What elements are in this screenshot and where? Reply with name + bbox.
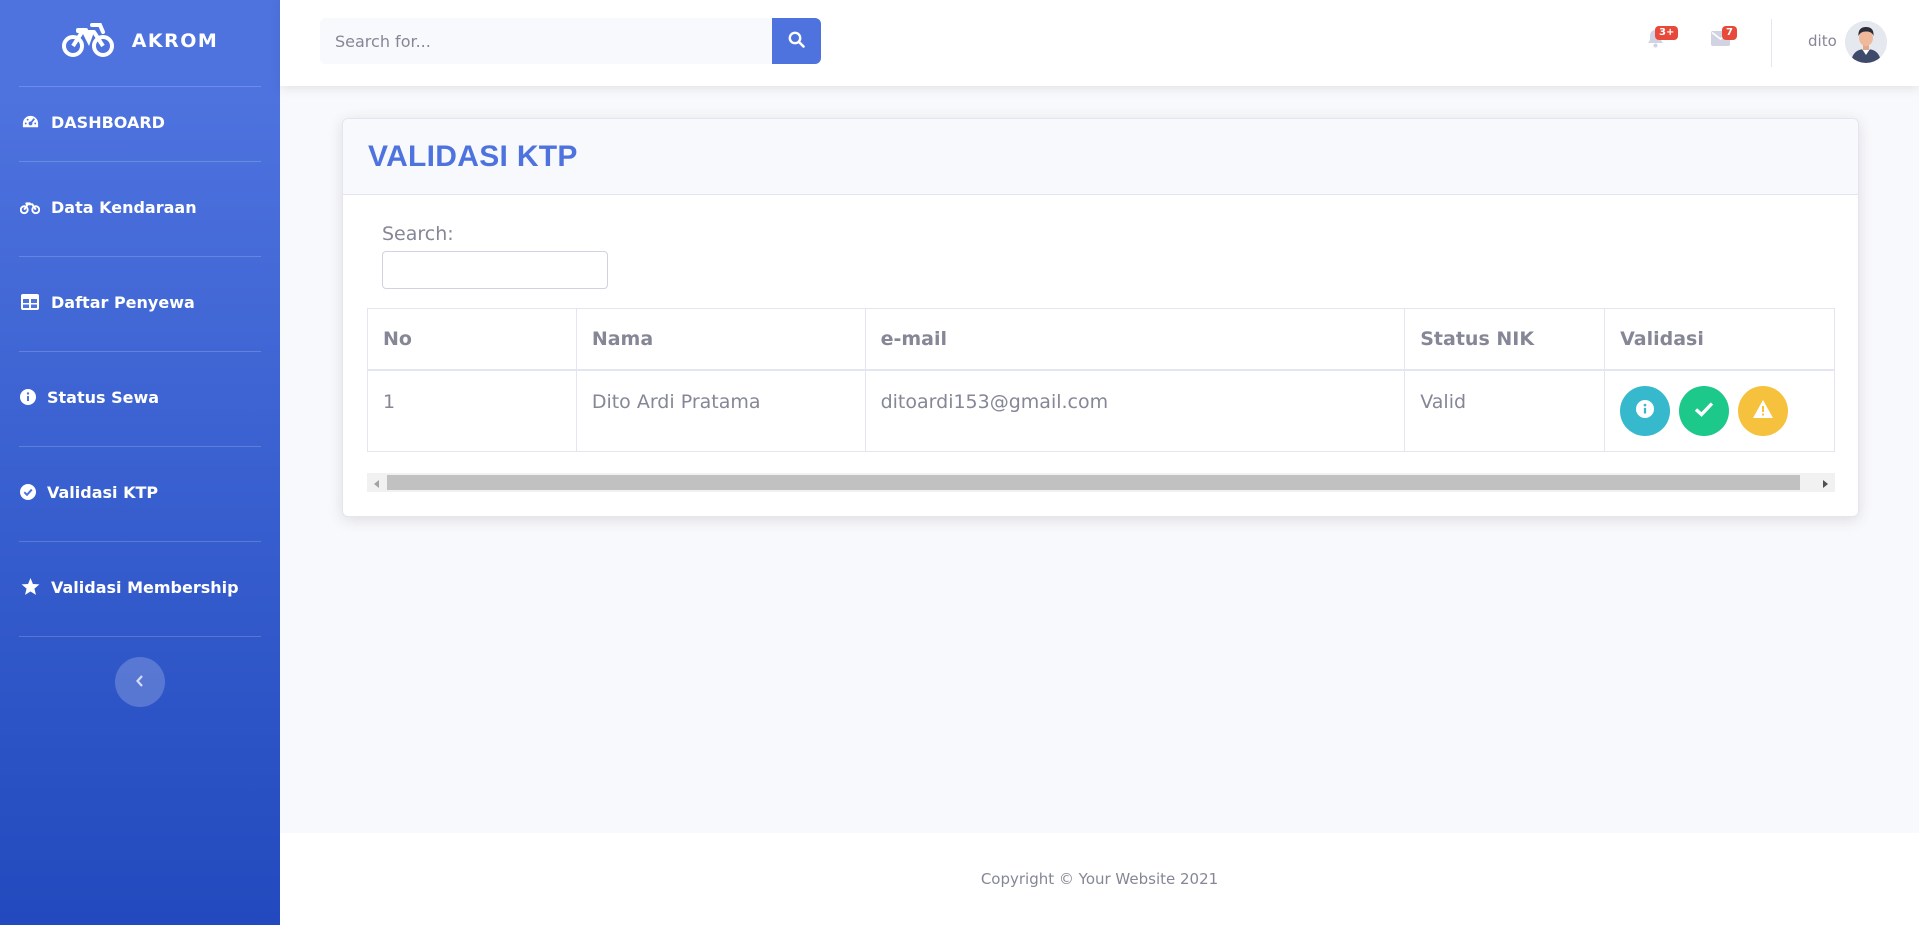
sidebar-item-validasi-ktp[interactable]: Validasi KTP <box>0 447 280 537</box>
sidebar-item-data-kendaraan[interactable]: Data Kendaraan <box>0 162 280 252</box>
table-row: 1 Dito Ardi Pratama ditoardi153@gmail.co… <box>367 369 1835 452</box>
triangle-left-icon <box>374 473 380 492</box>
topbar-search <box>320 18 821 64</box>
sidebar-toggle-button[interactable] <box>115 657 165 707</box>
star-icon <box>20 577 40 597</box>
sidebar-item-dashboard[interactable]: DASHBOARD <box>0 87 280 157</box>
triangle-right-icon <box>1822 473 1828 492</box>
messages-button[interactable]: 7 <box>1708 26 1737 52</box>
scrollbar-thumb[interactable] <box>387 475 1800 490</box>
sidebar-item-label: Data Kendaraan <box>51 197 197 217</box>
cell-status-nik: Valid <box>1404 369 1606 452</box>
validate-button[interactable] <box>1679 385 1730 436</box>
sidebar-item-daftar-penyewa[interactable]: Daftar Penyewa <box>0 257 280 347</box>
validasi-ktp-card: VALIDASI KTP Search: No Nama e-mail Stat… <box>342 118 1859 517</box>
sidebar-item-validasi-membership[interactable]: Validasi Membership <box>0 542 280 632</box>
table-header-row: No Nama e-mail Status NIK Validasi <box>367 308 1835 371</box>
search-label: Search: <box>382 223 454 245</box>
sidebar-item-label: Daftar Penyewa <box>51 292 195 312</box>
ktp-table: No Nama e-mail Status NIK Validasi 1 Dit… <box>367 308 1835 452</box>
motorcycle-icon <box>20 197 40 217</box>
sidebar-item-label: Validasi Membership <box>51 577 239 597</box>
info-circle-icon <box>20 387 36 407</box>
cell-validasi <box>1604 369 1835 452</box>
table-horizontal-scrollbar[interactable] <box>367 473 1835 492</box>
cell-email: ditoardi153@gmail.com <box>864 369 1406 452</box>
sidebar-brand[interactable]: AKROM <box>0 0 280 82</box>
column-header-validasi[interactable]: Validasi <box>1604 308 1835 371</box>
copyright-text: Copyright © Your Website 2021 <box>980 870 1219 888</box>
search-icon <box>788 31 805 51</box>
table-filter: Search: <box>382 223 608 289</box>
search-input[interactable] <box>320 18 772 64</box>
check-icon <box>1694 401 1714 420</box>
motorcycle-icon <box>61 19 114 63</box>
sidebar: AKROM DASHBOARD Data Kendaraan Daftar Pe… <box>0 0 280 925</box>
sidebar-item-label: Validasi KTP <box>47 482 159 502</box>
messages-badge: 7 <box>1722 26 1737 40</box>
check-circle-icon <box>20 482 36 502</box>
column-header-nama[interactable]: Nama <box>575 308 866 371</box>
sidebar-item-label: DASHBOARD <box>51 112 165 132</box>
table-search-input[interactable] <box>382 251 608 289</box>
reject-button[interactable] <box>1738 385 1789 436</box>
column-header-email[interactable]: e-mail <box>864 308 1406 371</box>
cell-nama: Dito Ardi Pratama <box>575 369 866 452</box>
table-icon <box>20 292 40 312</box>
page-title: VALIDASI KTP <box>368 139 578 173</box>
user-name[interactable]: dito <box>1808 32 1837 50</box>
topbar: 3+ 7 dito <box>280 0 1919 86</box>
cell-no: 1 <box>367 369 577 452</box>
search-button[interactable] <box>772 18 821 64</box>
sidebar-item-label: Status Sewa <box>47 387 160 407</box>
chevron-left-icon <box>135 673 145 692</box>
tachometer-icon <box>20 112 40 132</box>
card-header: VALIDASI KTP <box>343 119 1858 195</box>
info-circle-icon <box>1636 400 1655 421</box>
avatar[interactable] <box>1845 21 1887 63</box>
sidebar-item-status-sewa[interactable]: Status Sewa <box>0 352 280 442</box>
scroll-right-button[interactable] <box>1815 473 1835 492</box>
footer: Copyright © Your Website 2021 <box>280 833 1919 925</box>
column-header-status-nik[interactable]: Status NIK <box>1404 308 1606 371</box>
alerts-badge: 3+ <box>1655 26 1679 40</box>
scroll-left-button[interactable] <box>367 473 387 492</box>
brand-name: AKROM <box>131 30 219 52</box>
topbar-divider <box>1771 19 1772 67</box>
detail-button[interactable] <box>1620 385 1671 436</box>
warning-triangle-icon <box>1752 399 1774 422</box>
column-header-no[interactable]: No <box>367 308 577 371</box>
alerts-button[interactable]: 3+ <box>1643 26 1679 52</box>
